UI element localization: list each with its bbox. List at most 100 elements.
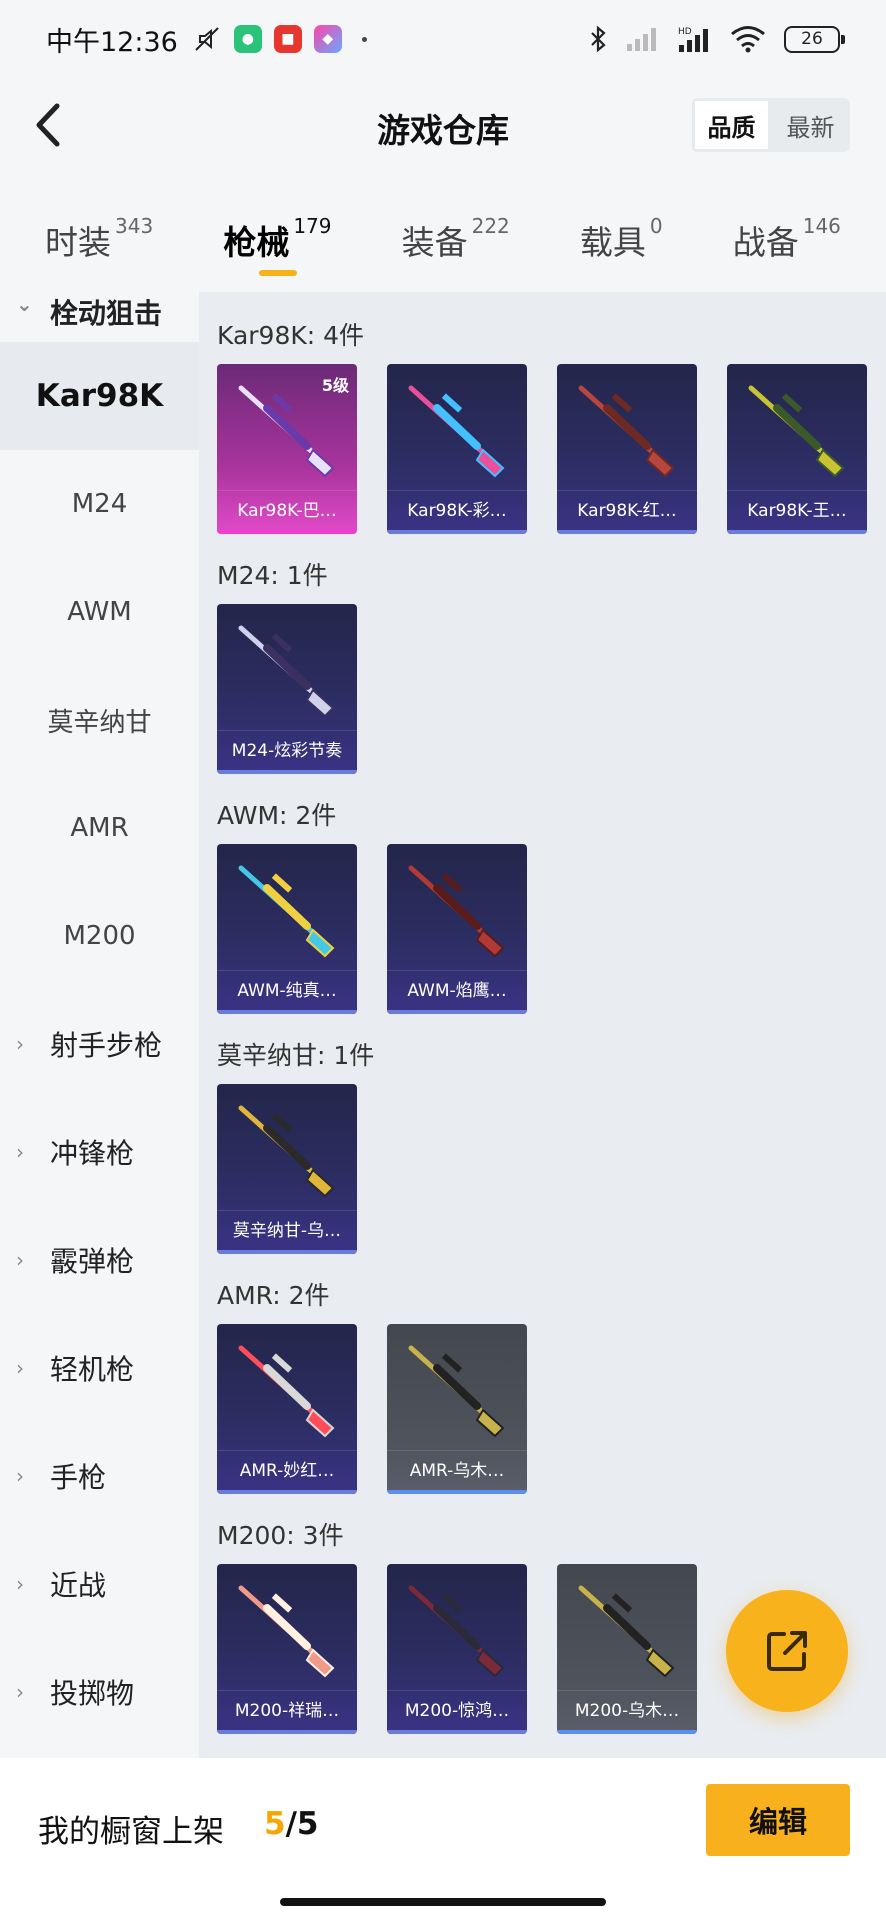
chevron-left-icon: [36, 103, 60, 147]
home-indicator[interactable]: [280, 1898, 606, 1906]
share-button[interactable]: [726, 1590, 848, 1712]
app-notification-icon: ■: [273, 25, 302, 53]
skin-card[interactable]: 5级 Kar98K-巴…: [217, 364, 357, 534]
skin-card[interactable]: 莫辛纳甘-乌…: [217, 1084, 357, 1254]
tab-label: 时装: [45, 223, 112, 262]
skin-level-badge: 5级: [321, 376, 349, 395]
skin-groups: Kar98K: 4件 5级 Kar98K-巴… Kar98K-彩… Kar98K-红… K…: [217, 316, 886, 1734]
skin-card[interactable]: AMR-妙红…: [217, 1324, 357, 1494]
skin-card[interactable]: AMR-乌木…: [387, 1324, 527, 1494]
chevron-right-icon: ›: [16, 1248, 24, 1272]
rifle-icon: [408, 385, 505, 478]
skin-card[interactable]: M200-惊鸿…: [387, 1564, 527, 1734]
tab-supplies[interactable]: 战备 146: [733, 200, 841, 290]
weapon-skin-list: Kar98K: 4件 5级 Kar98K-巴… Kar98K-彩… Kar98K-红… K…: [199, 292, 886, 1758]
skin-card[interactable]: Kar98K-王…: [727, 364, 867, 534]
sidebar-item-amr[interactable]: AMR: [0, 774, 199, 882]
sidebar-item-m24[interactable]: M24: [0, 450, 199, 558]
skin-name: 莫辛纳甘-乌…: [217, 1210, 357, 1250]
rifle-icon: [748, 385, 845, 478]
tab-equipment[interactable]: 装备 222: [402, 200, 510, 290]
rifle-icon: [238, 1585, 335, 1678]
more-notifications-dot: [361, 36, 367, 42]
status-time: 中午12:36: [46, 26, 178, 58]
rifle-icon: [408, 865, 505, 958]
sidebar-category-smg[interactable]: › 冲锋枪: [0, 1098, 199, 1206]
skin-grid: M24-炫彩节奏: [217, 604, 886, 774]
rarity-bar: [217, 1010, 357, 1014]
sidebar-category-lmg[interactable]: › 轻机枪: [0, 1314, 199, 1422]
skin-card[interactable]: M200-祥瑞…: [217, 1564, 357, 1734]
skin-name: M200-惊鸿…: [387, 1690, 527, 1730]
skin-card[interactable]: M200-乌木…: [557, 1564, 697, 1734]
tab-label: 枪械: [223, 223, 290, 262]
back-button[interactable]: [22, 100, 72, 150]
rarity-bar: [727, 530, 867, 534]
category-label: 射手步枪: [50, 1029, 163, 1062]
category-tabs: 时装 343 枪械 179 装备 222 载具 0 战备 146: [0, 200, 886, 290]
rarity-bar: [217, 1250, 357, 1254]
tab-outfits[interactable]: 时装 343: [45, 200, 153, 290]
skin-card[interactable]: Kar98K-彩…: [387, 364, 527, 534]
skin-name: Kar98K-巴…: [217, 490, 357, 530]
sidebar-category-melee[interactable]: › 近战: [0, 1530, 199, 1638]
skin-grid: AWM-纯真… AWM-焰鹰…: [217, 844, 886, 1014]
chevron-right-icon: ›: [16, 1572, 24, 1596]
group-title: M24: 1件: [217, 561, 328, 590]
category-label: 投掷物: [50, 1677, 135, 1710]
skin-name: Kar98K-彩…: [387, 490, 527, 530]
group-title: 莫辛纳甘: 1件: [217, 1041, 375, 1070]
skin-grid: 5级 Kar98K-巴… Kar98K-彩… Kar98K-红… Kar98K-王…: [217, 364, 886, 534]
rarity-bar: [387, 530, 527, 534]
tab-count: 179: [293, 214, 332, 238]
rarity-bar: [387, 1010, 527, 1014]
tab-label: 装备: [401, 223, 468, 262]
skin-name: M200-祥瑞…: [217, 1690, 357, 1730]
sort-quality-button[interactable]: 品质: [692, 98, 771, 152]
category-label: 手枪: [50, 1461, 107, 1494]
skin-card[interactable]: M24-炫彩节奏: [217, 604, 357, 774]
group-title: Kar98K: 4件: [217, 321, 365, 350]
tab-vehicles[interactable]: 载具 0: [580, 200, 663, 290]
rifle-icon: [238, 1105, 335, 1198]
tab-count: 343: [115, 214, 154, 238]
sort-latest-button[interactable]: 最新: [771, 98, 850, 152]
rarity-bar: [557, 530, 697, 534]
status-left-icons: ● ■ ◆: [192, 24, 367, 54]
signal-icon: [627, 28, 656, 51]
signal-hd-icon: HD: [678, 27, 708, 52]
tab-count: 146: [802, 214, 841, 238]
sidebar-item-mosin[interactable]: 莫辛纳甘: [0, 666, 199, 774]
tab-firearms[interactable]: 枪械 179: [223, 200, 332, 290]
skin-card[interactable]: AWM-焰鹰…: [387, 844, 527, 1014]
category-label: 近战: [50, 1569, 107, 1602]
tab-count: 0: [649, 214, 663, 238]
sidebar-item-awm[interactable]: AWM: [0, 558, 199, 666]
wifi-icon: [731, 26, 765, 53]
sidebar-category-dmr[interactable]: › 射手步枪: [0, 990, 199, 1098]
sidebar-category-bolt-sniper[interactable]: ⌄ 栓动狙击: [0, 292, 199, 342]
chevron-right-icon: ›: [16, 1032, 24, 1056]
tab-count: 222: [471, 214, 510, 238]
skin-name: AMR-乌木…: [387, 1450, 527, 1490]
skin-card[interactable]: AWM-纯真…: [217, 844, 357, 1014]
edit-button[interactable]: 编辑: [706, 1784, 850, 1856]
chevron-right-icon: ›: [16, 1464, 24, 1488]
group-title: AWM: 2件: [217, 801, 337, 830]
sidebar-category-throwable[interactable]: › 投掷物: [0, 1638, 199, 1746]
tab-label: 战备: [732, 223, 799, 262]
sort-toggle: 品质 最新: [692, 98, 850, 152]
rifle-icon: [238, 625, 335, 718]
status-right-icons: HD 26: [588, 24, 845, 54]
skin-card[interactable]: Kar98K-红…: [557, 364, 697, 534]
app-notification-icon: ●: [233, 25, 262, 53]
sidebar-item-m200[interactable]: M200: [0, 882, 199, 990]
chevron-right-icon: ›: [16, 1680, 24, 1704]
chevron-right-icon: ›: [16, 1356, 24, 1380]
group-title: M200: 3件: [217, 1521, 344, 1550]
active-tab-indicator: [259, 270, 298, 276]
sidebar-item-kar98k[interactable]: Kar98K: [0, 342, 199, 450]
sidebar-category-shotgun[interactable]: › 霰弹枪: [0, 1206, 199, 1314]
bluetooth-icon: [591, 25, 606, 53]
sidebar-category-pistol[interactable]: › 手枪: [0, 1422, 199, 1530]
